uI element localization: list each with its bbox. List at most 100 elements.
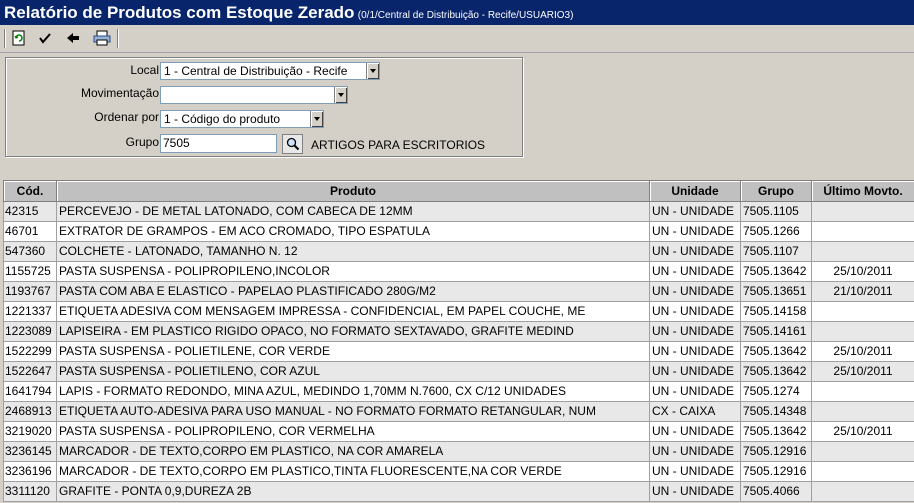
cell-ultimo-movto — [811, 321, 914, 342]
cell-produto: COLCHETE - LATONADO, TAMANHO N. 12 — [56, 241, 650, 262]
local-select[interactable]: 1 - Central de Distribuição - Recife — [160, 62, 380, 80]
cell-unidade: UN - UNIDADE — [649, 381, 741, 402]
cell-grupo: 7505.12916 — [740, 441, 812, 462]
cell-ultimo-movto: 25/10/2011 — [811, 361, 914, 382]
cell-grupo: 7505.13642 — [740, 361, 812, 382]
cell-produto: PASTA SUSPENSA - POLIETILENE, COR VERDE — [56, 341, 650, 362]
table-row[interactable]: 1193767 PASTA COM ABA E ELASTICO - PAPELA… — [3, 281, 914, 302]
cell-grupo: 7505.14161 — [740, 321, 812, 342]
table-row[interactable]: 3236145 MARCADOR - DE TEXTO,CORPO EM PLAS… — [3, 441, 914, 462]
cell-grupo: 7505.1274 — [740, 381, 812, 402]
cell-unidade: CX - CAIXA — [649, 401, 741, 422]
cell-grupo: 7505.14158 — [740, 301, 812, 322]
cell-codigo: 2468913 — [3, 401, 57, 422]
table-row[interactable]: 3236196 MARCADOR - DE TEXTO,CORPO EM PLAS… — [3, 461, 914, 482]
cell-grupo: 7505.13642 — [740, 261, 812, 282]
cell-unidade: UN - UNIDADE — [649, 441, 741, 462]
cell-codigo: 547360 — [3, 241, 57, 262]
cell-ultimo-movto: 25/10/2011 — [811, 421, 914, 442]
chevron-down-icon[interactable] — [366, 63, 379, 79]
cell-codigo: 3219020 — [3, 421, 57, 442]
cell-codigo: 1155725 — [3, 261, 57, 282]
column-header-grupo[interactable]: Grupo — [740, 180, 812, 202]
ordenar-select[interactable]: 1 - Código do produto — [160, 110, 324, 128]
local-value: 1 - Central de Distribuição - Recife — [164, 64, 348, 78]
cell-grupo: 7505.13642 — [740, 421, 812, 442]
movimentacao-select[interactable] — [160, 86, 348, 104]
cell-codigo: 3311120 — [3, 481, 57, 502]
table-row[interactable]: 2468913 ETIQUETA AUTO-ADESIVA PARA USO MA… — [3, 401, 914, 422]
table-row[interactable]: 547360 COLCHETE - LATONADO, TAMANHO N. 12… — [3, 241, 914, 262]
confirm-button[interactable] — [34, 28, 55, 48]
window-title: Relatório de Produtos com Estoque Zerado — [4, 3, 355, 22]
cell-ultimo-movto — [811, 201, 914, 222]
table-row[interactable]: 42315 PERCEVEJO - DE METAL LATONADO, COM … — [3, 201, 914, 222]
column-header-codigo[interactable]: Cód. — [3, 180, 57, 202]
cell-unidade: UN - UNIDADE — [649, 461, 741, 482]
cell-codigo: 1641794 — [3, 381, 57, 402]
cell-ultimo-movto — [811, 241, 914, 262]
cell-codigo: 1221337 — [3, 301, 57, 322]
back-arrow-icon — [66, 33, 79, 43]
cell-grupo: 7505.14348 — [740, 401, 812, 422]
cell-grupo: 7505.1105 — [740, 201, 812, 222]
cell-produto: MARCADOR - DE TEXTO,CORPO EM PLASTICO, N… — [56, 441, 650, 462]
cell-unidade: UN - UNIDADE — [649, 361, 741, 382]
cell-ultimo-movto — [811, 401, 914, 422]
table-row[interactable]: 1223089 LAPISEIRA - EM PLASTICO RIGIDO OP… — [3, 321, 914, 342]
column-header-ultimo-movto[interactable]: Último Movto. — [811, 180, 914, 202]
cell-produto: PASTA SUSPENSA - POLIETILENO, COR AZUL — [56, 361, 650, 382]
table-row[interactable]: 1221337 ETIQUETA ADESIVA COM MENSAGEM IMP… — [3, 301, 914, 322]
table-row[interactable]: 1641794 LAPIS - FORMATO REDONDO, MINA AZU… — [3, 381, 914, 402]
cell-codigo: 1193767 — [3, 281, 57, 302]
cell-produto: EXTRATOR DE GRAMPOS - EM ACO CROMADO, TI… — [56, 221, 650, 242]
back-button[interactable] — [62, 28, 83, 48]
chevron-down-icon[interactable] — [334, 87, 347, 103]
cell-codigo: 46701 — [3, 221, 57, 242]
cell-ultimo-movto — [811, 481, 914, 502]
cell-ultimo-movto — [811, 221, 914, 242]
cell-unidade: UN - UNIDADE — [649, 301, 741, 322]
toolbar-separator — [4, 29, 6, 48]
cell-ultimo-movto — [811, 441, 914, 462]
toolbar — [0, 25, 914, 53]
table-row[interactable]: 46701 EXTRATOR DE GRAMPOS - EM ACO CROMAD… — [3, 221, 914, 242]
window-subtitle: (0/1/Central de Distribuição - Recife/US… — [357, 10, 574, 21]
column-header-produto[interactable]: Produto — [56, 180, 650, 202]
refresh-icon — [12, 30, 24, 46]
table-row[interactable]: 1522647 PASTA SUSPENSA - POLIETILENO, COR… — [3, 361, 914, 382]
cell-ultimo-movto — [811, 301, 914, 322]
cell-codigo: 1522647 — [3, 361, 57, 382]
cell-unidade: UN - UNIDADE — [649, 201, 741, 222]
grupo-label: Grupo — [125, 135, 159, 149]
cell-unidade: UN - UNIDADE — [649, 221, 741, 242]
cell-grupo: 7505.13642 — [740, 341, 812, 362]
cell-ultimo-movto: 21/10/2011 — [811, 281, 914, 302]
cell-ultimo-movto — [811, 461, 914, 482]
check-icon — [38, 33, 51, 44]
table-row[interactable]: 3219020 PASTA SUSPENSA - POLIPROPILENO, C… — [3, 421, 914, 442]
table-row[interactable]: 1155725 PASTA SUSPENSA - POLIPROPILENO,IN… — [3, 261, 914, 282]
grupo-input[interactable]: 7505 — [160, 134, 277, 153]
filter-panel: Local 1 - Central de Distribuição - Reci… — [5, 57, 523, 157]
table-row[interactable]: 3311120 GRAFITE - PONTA 0,9,DUREZA 2B UN -… — [3, 481, 914, 502]
cell-produto: LAPISEIRA - EM PLASTICO RIGIDO OPACO, NO… — [56, 321, 650, 342]
cell-produto: PERCEVEJO - DE METAL LATONADO, COM CABEC… — [56, 201, 650, 222]
cell-produto: MARCADOR - DE TEXTO,CORPO EM PLASTICO,TI… — [56, 461, 650, 482]
cell-produto: ETIQUETA AUTO-ADESIVA PARA USO MANUAL - … — [56, 401, 650, 422]
cell-grupo: 7505.1107 — [740, 241, 812, 262]
cell-ultimo-movto — [811, 381, 914, 402]
cell-grupo: 7505.12916 — [740, 461, 812, 482]
grupo-search-button[interactable] — [282, 134, 303, 154]
cell-unidade: UN - UNIDADE — [649, 241, 741, 262]
print-button[interactable] — [91, 28, 112, 48]
table-row[interactable]: 1522299 PASTA SUSPENSA - POLIETILENE, COR… — [3, 341, 914, 362]
cell-unidade: UN - UNIDADE — [649, 481, 741, 502]
chevron-down-icon[interactable] — [310, 111, 323, 127]
cell-ultimo-movto: 25/10/2011 — [811, 261, 914, 282]
column-header-unidade[interactable]: Unidade — [649, 180, 741, 202]
refresh-button[interactable] — [8, 28, 29, 48]
cell-grupo: 7505.13651 — [740, 281, 812, 302]
cell-ultimo-movto: 25/10/2011 — [811, 341, 914, 362]
window-titlebar: Relatório de Produtos com Estoque Zerado… — [0, 0, 914, 25]
